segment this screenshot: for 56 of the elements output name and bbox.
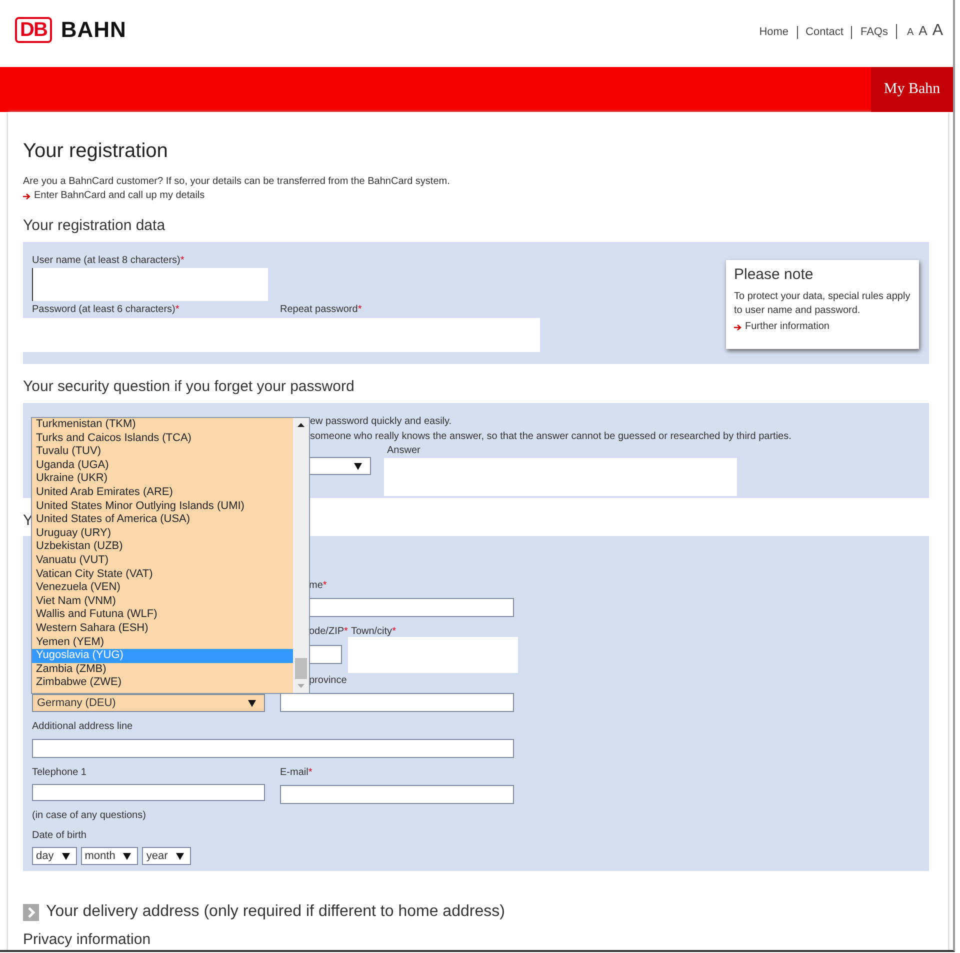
dropdown[interactable]: year — [142, 847, 191, 865]
link[interactable]: Enter BahnCard and call up my details — [34, 189, 205, 203]
field-label: E-mail* — [280, 767, 314, 779]
field-label: Password (at least 6 characters)* — [31, 304, 180, 316]
dropdown-option[interactable]: Ukraine (UKR) — [32, 472, 293, 486]
field-label: User name (at least 8 characters)* — [31, 255, 186, 267]
intro-text: Are you a BahnCard customer? If so, your details can be transferred from the BahnCard system. — [23, 175, 451, 189]
dropdown-option[interactable]: Zimbabwe (ZWE) — [32, 676, 293, 690]
text-size-button[interactable]: A — [906, 26, 914, 39]
note-title: Please note — [734, 266, 814, 283]
text-size-button[interactable]: A — [918, 24, 928, 37]
dropdown-option[interactable]: United States Minor Outlying Islands (UMI) — [32, 500, 293, 514]
dropdown-option[interactable]: Vatican City State (VAT) — [32, 568, 293, 582]
dropdown-option[interactable]: Turkmenistan (TKM) — [32, 418, 293, 432]
dropdown[interactable]: month — [80, 847, 138, 865]
link[interactable]: Further information — [745, 320, 830, 334]
dropdown-option[interactable]: Wallis and Futuna (WLF) — [32, 608, 293, 622]
dropdown-option[interactable]: Uzbekistan (UZB) — [32, 540, 293, 554]
section-heading: Your registration data — [23, 217, 166, 234]
field-label: Additional address line — [32, 721, 134, 733]
dropdown[interactable]: day — [32, 847, 77, 865]
field-label: ode/ZIP* — [308, 626, 348, 638]
nav-link[interactable]: Contact — [796, 26, 852, 39]
dropdown-option[interactable]: United Arab Emirates (ARE) — [32, 486, 293, 500]
my-bahn-tab[interactable]: My Bahn — [871, 67, 953, 112]
logo-wordmark: BAHN — [60, 17, 126, 43]
hint-text: (in case of any questions) — [32, 810, 147, 822]
dropdown-option[interactable]: Turks and Caicos Islands (TCA) — [32, 432, 293, 446]
dropdown[interactable]: Germany (DEU) — [32, 694, 265, 712]
logo-mark: DB — [15, 17, 52, 43]
dropdown-option[interactable]: Yemen (YEM) — [32, 636, 293, 650]
dropdown-option[interactable]: Venezuela (VEN) — [32, 581, 293, 595]
section-heading: Your security question if you forget your password — [23, 378, 356, 395]
dropdown-option[interactable]: Western Sahara (ESH) — [32, 622, 293, 636]
info-text: someone who really knows the answer, so that the answer cannot be guessed or researched by third parties. — [310, 430, 792, 444]
dropdown-option[interactable]: United States of America (USA) — [32, 513, 293, 527]
dropdown-option[interactable]: Uruguay (URY) — [32, 526, 293, 540]
page-title: Your registration — [23, 140, 169, 163]
nav-link[interactable]: Home — [751, 26, 797, 39]
dropdown-option[interactable]: Tuvalu (TUV) — [32, 445, 293, 459]
info-text: ew password quickly and easily. — [310, 415, 452, 429]
field-label: province — [308, 675, 348, 687]
text-size-button[interactable]: A — [932, 24, 943, 37]
field-label: Answer — [386, 445, 422, 457]
dropdown-option[interactable]: Viet Nam (VNM) — [32, 594, 293, 608]
note-text: To protect your data, special rules apply to user name and password. — [734, 290, 911, 318]
nav-link[interactable]: FAQs — [851, 26, 896, 39]
dropdown-option[interactable]: Uganda (UGA) — [32, 458, 293, 472]
dropdown-option[interactable]: Zambia (ZMB) — [32, 662, 293, 676]
section-heading: Privacy information — [23, 931, 152, 948]
section-toggle[interactable]: Your delivery address (only required if different to home address) — [46, 903, 505, 921]
field-label: Telephone 1 — [32, 767, 88, 779]
field-label: Date of birth — [32, 830, 88, 842]
dropdown-option[interactable]: Vanuatu (VUT) — [32, 554, 293, 568]
field-label: Repeat password* — [280, 304, 362, 316]
field-label: Town/city* — [350, 626, 397, 638]
